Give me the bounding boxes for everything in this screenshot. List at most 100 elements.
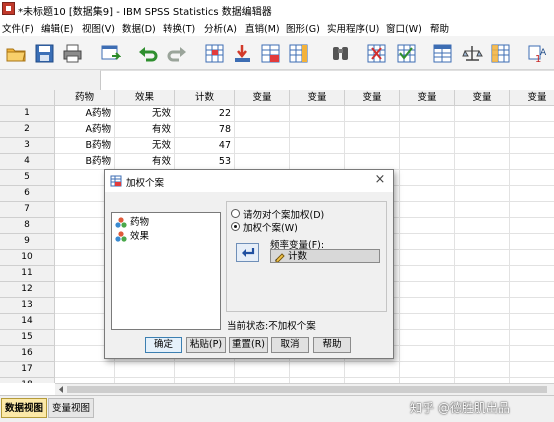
- scroll-left-icon[interactable]: [56, 385, 66, 394]
- table-cell[interactable]: [290, 362, 345, 378]
- table-cell[interactable]: B药物: [55, 154, 115, 170]
- weight-cases-label[interactable]: 加权个案(W): [243, 220, 298, 234]
- table-cell[interactable]: [510, 154, 554, 170]
- cancel-button[interactable]: 取消: [271, 337, 309, 353]
- table-cell[interactable]: [235, 154, 290, 170]
- row-header[interactable]: 14: [0, 314, 55, 330]
- column-header[interactable]: 变量: [290, 90, 345, 106]
- table-cell[interactable]: [175, 362, 235, 378]
- ok-button[interactable]: 确定: [145, 337, 182, 353]
- table-cell[interactable]: [455, 122, 510, 138]
- print-icon[interactable]: [62, 43, 83, 64]
- run-descriptives-icon[interactable]: [288, 43, 309, 64]
- table-cell[interactable]: 22: [175, 106, 235, 122]
- menu-file[interactable]: 文件(F): [2, 21, 34, 35]
- table-cell[interactable]: [345, 362, 400, 378]
- column-header[interactable]: 变量: [400, 90, 455, 106]
- table-cell[interactable]: 53: [175, 154, 235, 170]
- undo-icon[interactable]: [138, 43, 159, 64]
- table-cell[interactable]: [510, 106, 554, 122]
- table-cell[interactable]: A药物: [55, 106, 115, 122]
- weight-cases-radio[interactable]: [231, 222, 240, 231]
- table-cell[interactable]: [455, 314, 510, 330]
- table-cell[interactable]: 无效: [115, 138, 175, 154]
- no-weight-label[interactable]: 请勿对个案加权(D): [243, 207, 324, 221]
- menu-help[interactable]: 帮助: [430, 21, 449, 35]
- variable-source-list[interactable]: 药物 效果: [111, 212, 221, 330]
- table-cell[interactable]: [455, 170, 510, 186]
- table-cell[interactable]: [345, 138, 400, 154]
- column-header[interactable]: 效果: [115, 90, 175, 106]
- menu-utilities[interactable]: 实用程序(U): [327, 21, 379, 35]
- table-cell[interactable]: [510, 298, 554, 314]
- column-header[interactable]: 变量: [235, 90, 290, 106]
- go-to-case-icon[interactable]: [204, 43, 225, 64]
- row-header[interactable]: 13: [0, 298, 55, 314]
- table-cell[interactable]: [400, 138, 455, 154]
- go-to-variable-icon[interactable]: [232, 43, 253, 64]
- row-header[interactable]: 3: [0, 138, 55, 154]
- weight-cases-icon[interactable]: [462, 43, 483, 64]
- scrollbar-thumb[interactable]: [67, 386, 547, 393]
- menu-direct-marketing[interactable]: 直销(M): [245, 21, 280, 35]
- table-cell[interactable]: 有效: [115, 154, 175, 170]
- row-header[interactable]: 17: [0, 362, 55, 378]
- menu-data[interactable]: 数据(D): [122, 21, 156, 35]
- frequency-variable-field[interactable]: 计数: [270, 249, 380, 263]
- paste-button[interactable]: 粘贴(P): [186, 337, 226, 353]
- table-cell[interactable]: [510, 202, 554, 218]
- cell-edit-field[interactable]: [100, 70, 554, 90]
- help-button[interactable]: 帮助: [313, 337, 351, 353]
- row-header[interactable]: 8: [0, 218, 55, 234]
- no-weight-radio[interactable]: [231, 209, 240, 218]
- table-cell[interactable]: [400, 330, 455, 346]
- redo-icon[interactable]: [166, 43, 187, 64]
- table-cell[interactable]: [455, 106, 510, 122]
- table-cell[interactable]: [290, 106, 345, 122]
- table-cell[interactable]: [400, 298, 455, 314]
- row-header[interactable]: 1: [0, 106, 55, 122]
- table-cell[interactable]: [400, 202, 455, 218]
- table-cell[interactable]: [115, 362, 175, 378]
- table-cell[interactable]: [455, 154, 510, 170]
- dialog-recall-icon[interactable]: [100, 43, 121, 64]
- select-cases-icon[interactable]: [490, 43, 511, 64]
- menu-edit[interactable]: 编辑(E): [41, 21, 73, 35]
- menu-window[interactable]: 窗口(W): [386, 21, 422, 35]
- table-cell[interactable]: [455, 298, 510, 314]
- dialog-title-bar[interactable]: 加权个案 ×: [105, 170, 393, 192]
- table-cell[interactable]: [400, 234, 455, 250]
- table-cell[interactable]: [345, 106, 400, 122]
- table-cell[interactable]: B药物: [55, 138, 115, 154]
- table-cell[interactable]: [400, 154, 455, 170]
- table-cell[interactable]: [510, 346, 554, 362]
- table-cell[interactable]: [400, 106, 455, 122]
- split-file-icon[interactable]: [432, 43, 453, 64]
- table-cell[interactable]: [55, 362, 115, 378]
- row-header[interactable]: 5: [0, 170, 55, 186]
- table-cell[interactable]: [400, 346, 455, 362]
- table-cell[interactable]: 有效: [115, 122, 175, 138]
- tab-variable-view[interactable]: 变量视图: [48, 398, 95, 418]
- table-cell[interactable]: [290, 122, 345, 138]
- table-cell[interactable]: [345, 122, 400, 138]
- table-cell[interactable]: [290, 138, 345, 154]
- variables-icon[interactable]: [260, 43, 281, 64]
- table-cell[interactable]: [400, 314, 455, 330]
- table-cell[interactable]: [510, 314, 554, 330]
- table-cell[interactable]: [235, 138, 290, 154]
- close-icon[interactable]: ×: [373, 173, 387, 187]
- table-cell[interactable]: [455, 330, 510, 346]
- table-cell[interactable]: [455, 346, 510, 362]
- table-cell[interactable]: 78: [175, 122, 235, 138]
- row-header[interactable]: 4: [0, 154, 55, 170]
- column-header[interactable]: 变量: [455, 90, 510, 106]
- table-cell[interactable]: [510, 330, 554, 346]
- menu-graphs[interactable]: 图形(G): [286, 21, 320, 35]
- table-cell[interactable]: [290, 154, 345, 170]
- row-header[interactable]: 15: [0, 330, 55, 346]
- menu-transform[interactable]: 转换(T): [163, 21, 195, 35]
- table-cell[interactable]: [510, 170, 554, 186]
- table-cell[interactable]: [345, 154, 400, 170]
- row-header[interactable]: 11: [0, 266, 55, 282]
